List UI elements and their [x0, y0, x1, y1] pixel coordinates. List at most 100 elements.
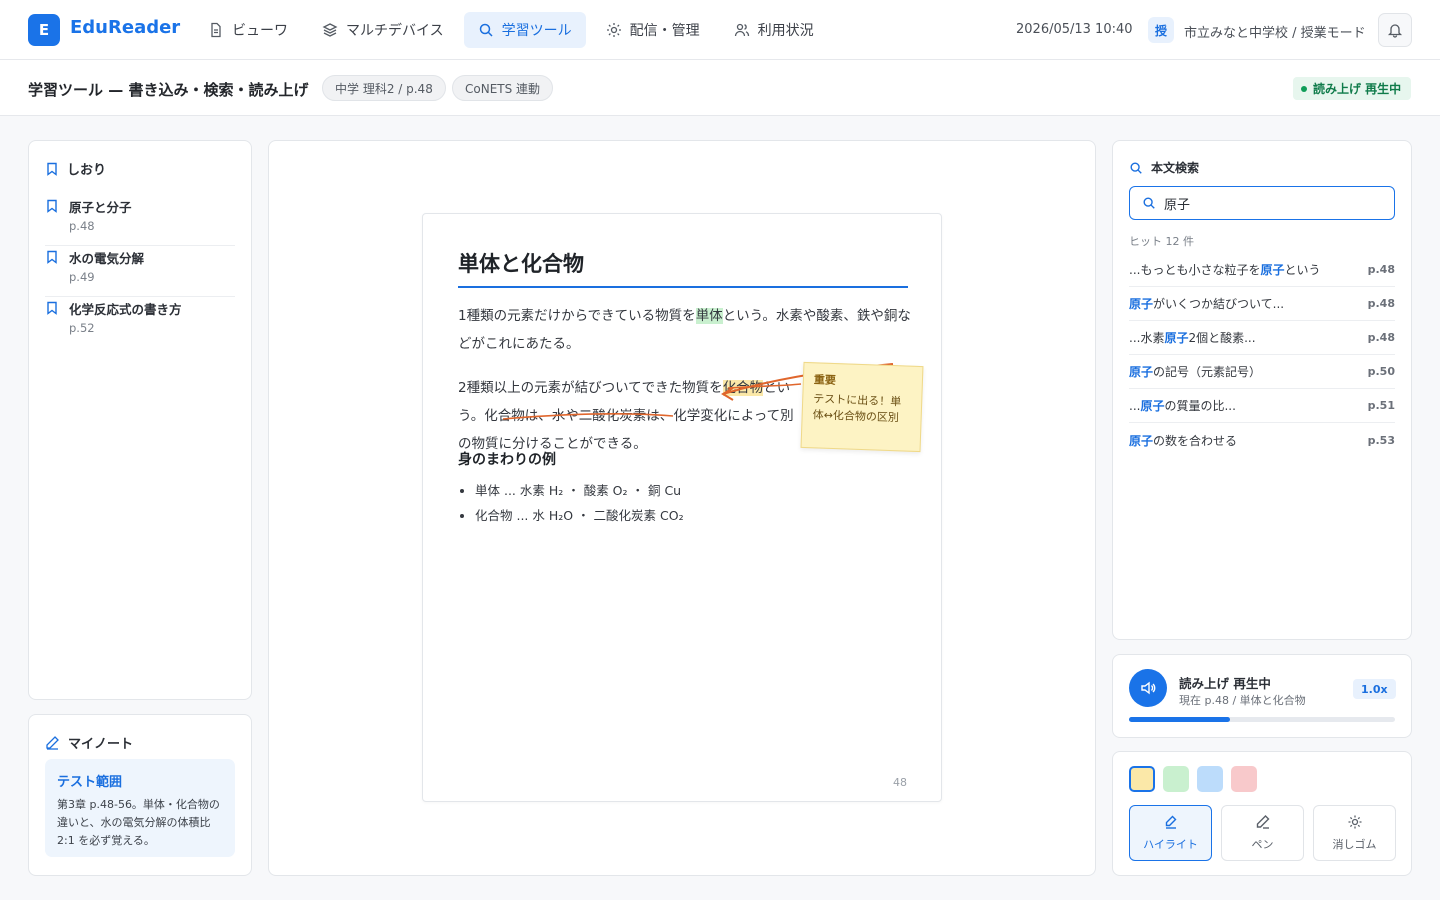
pen-icon — [46, 736, 59, 750]
example-list: 単体 ... 水素 H₂ ・ 酸素 O₂ ・ 銅 Cu 化合物 ... 水 H₂… — [475, 478, 684, 528]
color-swatch-blue[interactable] — [1197, 766, 1223, 792]
page-number: 48 — [893, 776, 907, 789]
gear-icon — [606, 23, 621, 37]
bookmark-icon — [47, 162, 57, 176]
nav-viewer[interactable]: ビューワ — [194, 12, 302, 48]
nav-learning-tools[interactable]: 学習ツール — [463, 12, 586, 48]
bookmark-page: p.52 — [69, 321, 95, 335]
note-card[interactable]: テスト範囲 第3章 p.48-56。単体・化合物の違いと、水の電気分解の体積比 … — [45, 759, 235, 857]
top-navigation-bar: E EduReader ビューワ マルチデバイス 学習ツール 配信・管理 利用状… — [0, 0, 1440, 60]
snippet-match: 原子 — [1129, 433, 1154, 448]
nav-usage[interactable]: 利用状況 — [720, 12, 828, 48]
document-paragraph-1[interactable]: 1種類の元素だけからできている物質を単体という。水素や酸素、鉄や銅などがこれにあ… — [458, 302, 913, 358]
list-item: 単体 ... 水素 H₂ ・ 酸素 O₂ ・ 銅 Cu — [475, 478, 684, 503]
school-mode-text[interactable]: 市立みなと中学校 / 授業モード — [1184, 22, 1366, 41]
result-page: p.51 — [1367, 399, 1395, 412]
search-icon — [1130, 161, 1142, 174]
color-swatch-yellow[interactable] — [1129, 766, 1155, 792]
document-page[interactable]: 単体と化合物 1種類の元素だけからできている物質を単体という。水素や酸素、鉄や銅… — [422, 213, 942, 802]
result-snippet: 原子の数を合わせる — [1129, 432, 1237, 449]
page-header: 学習ツール — 書き込み・検索・読み上げ 中学 理科2 / p.48 CoNET… — [0, 60, 1440, 116]
note-body: 第3章 p.48-56。単体・化合物の違いと、水の電気分解の体積比 2:1 を必… — [57, 798, 220, 847]
result-snippet: 原子の記号（元素記号） — [1129, 363, 1261, 380]
search-result[interactable]: ...原子の質量の比... p.51 — [1129, 389, 1395, 423]
snippet-match: 原子 — [1129, 365, 1154, 379]
result-page: p.53 — [1367, 433, 1395, 447]
textbook-chip[interactable]: 中学 理科2 / p.48 — [322, 75, 446, 101]
list-item: 化合物 ... 水 H₂O ・ 二酸化炭素 CO₂ — [475, 503, 684, 528]
nav-distribution[interactable]: 配信・管理 — [592, 12, 714, 48]
sticky-note[interactable]: 重要 テストに出る！単体↔化合物の区別 — [800, 361, 924, 453]
color-swatch-green[interactable] — [1163, 766, 1189, 792]
reader-progress-fill — [1129, 717, 1231, 722]
search-result[interactable]: ...水素原子2個と酸素... p.48 — [1129, 321, 1395, 355]
search-field[interactable] — [1129, 186, 1395, 220]
bookmark-icon — [47, 250, 57, 264]
search-input[interactable] — [1164, 195, 1384, 211]
nav-multidevice[interactable]: マルチデバイス — [308, 12, 458, 48]
snippet-text: ... — [1129, 399, 1141, 413]
snippet-text: という — [1284, 263, 1321, 277]
status-text: 読み上げ 再生中 — [1313, 82, 1402, 96]
app-name[interactable]: EduReader — [70, 17, 180, 38]
eraser-button[interactable]: 消しゴム — [1313, 805, 1396, 861]
reader-progress-bar[interactable] — [1129, 717, 1395, 722]
nav-learning-tools-label: 学習ツール — [501, 23, 572, 39]
document-icon — [211, 22, 221, 38]
result-page: p.48 — [1367, 297, 1395, 310]
document-title: 単体と化合物 — [458, 248, 908, 288]
search-result[interactable]: 原子の記号（元素記号） p.50 — [1129, 355, 1395, 389]
snippet-match: 原子 — [1140, 399, 1165, 413]
highlighter-button[interactable]: ハイライト — [1129, 805, 1212, 861]
notifications-button[interactable] — [1378, 13, 1412, 47]
layers-icon — [322, 23, 338, 37]
paragraph-text: 1種類の元素だけからできている物質を — [458, 308, 696, 324]
bookmark-title: 化学反応式の書き方 — [69, 302, 182, 317]
highlight-green[interactable]: 単体 — [695, 308, 723, 324]
status-dot-icon — [1301, 85, 1307, 92]
bookmark-title: 原子と分子 — [69, 200, 132, 215]
page-title: 学習ツール — 書き込み・検索・読み上げ — [28, 81, 309, 99]
section-heading: 身のまわりの例 — [458, 452, 556, 468]
search-heading-label: 本文検索 — [1151, 161, 1200, 175]
result-page: p.48 — [1367, 263, 1395, 276]
search-result[interactable]: ...もっとも小さな粒子を原子という p.48 — [1129, 253, 1395, 287]
note-title: テスト範囲 — [57, 775, 123, 790]
users-icon — [734, 23, 749, 37]
color-swatch-pink[interactable] — [1231, 766, 1257, 792]
sticky-note-body: テストに出る！単体↔化合物の区別 — [812, 392, 902, 425]
bookmark-page: p.49 — [69, 270, 95, 284]
result-snippet: 原子がいくつか結びついて... — [1129, 295, 1284, 312]
result-page: p.48 — [1367, 331, 1395, 344]
pen-button[interactable]: ペン — [1221, 805, 1304, 861]
highlighter-icon — [1165, 815, 1176, 829]
hit-count: ヒット 12 件 — [1129, 235, 1194, 248]
search-result[interactable]: 原子がいくつか結びついて... p.48 — [1129, 287, 1395, 321]
highlighter-label: ハイライト — [1143, 838, 1198, 851]
conets-chip[interactable]: CoNETS 連動 — [452, 75, 554, 101]
snippet-text: ...もっとも小さな粒子を — [1129, 263, 1261, 277]
playback-speed[interactable]: 1.0x — [1353, 679, 1396, 699]
bookmark-item[interactable]: 水の電気分解 p.49 — [45, 246, 235, 297]
snippet-text: がいくつか結びついて... — [1153, 297, 1285, 311]
snippet-text: 2個と酸素... — [1188, 331, 1256, 345]
snippet-text: の記号（元素記号） — [1153, 365, 1262, 379]
snippet-match: 原子 — [1164, 331, 1189, 345]
notes-heading-label: マイノート — [68, 737, 134, 752]
result-snippet: ...もっとも小さな粒子を原子という — [1129, 261, 1320, 278]
bookmark-item[interactable]: 化学反応式の書き方 p.52 — [45, 297, 235, 348]
annotation-tools-panel: ハイライト ペン 消しゴム — [1112, 751, 1412, 876]
app-logo[interactable]: E — [28, 14, 60, 46]
search-icon — [479, 23, 493, 37]
read-aloud-button[interactable] — [1129, 669, 1167, 707]
search-icon — [1143, 197, 1155, 209]
notes-heading: マイノート — [45, 733, 133, 752]
bookmark-item[interactable]: 原子と分子 p.48 — [45, 195, 235, 246]
status-badge: 読み上げ 再生中 — [1293, 77, 1412, 100]
nav-distribution-label: 配信・管理 — [629, 23, 700, 39]
bookmark-icon — [47, 301, 57, 315]
search-result[interactable]: 原子の数を合わせる p.53 — [1129, 423, 1395, 457]
snippet-text: ...水素 — [1129, 331, 1165, 345]
snippet-match: 原子 — [1260, 263, 1285, 277]
snippet-text: の質量の比... — [1164, 399, 1236, 413]
